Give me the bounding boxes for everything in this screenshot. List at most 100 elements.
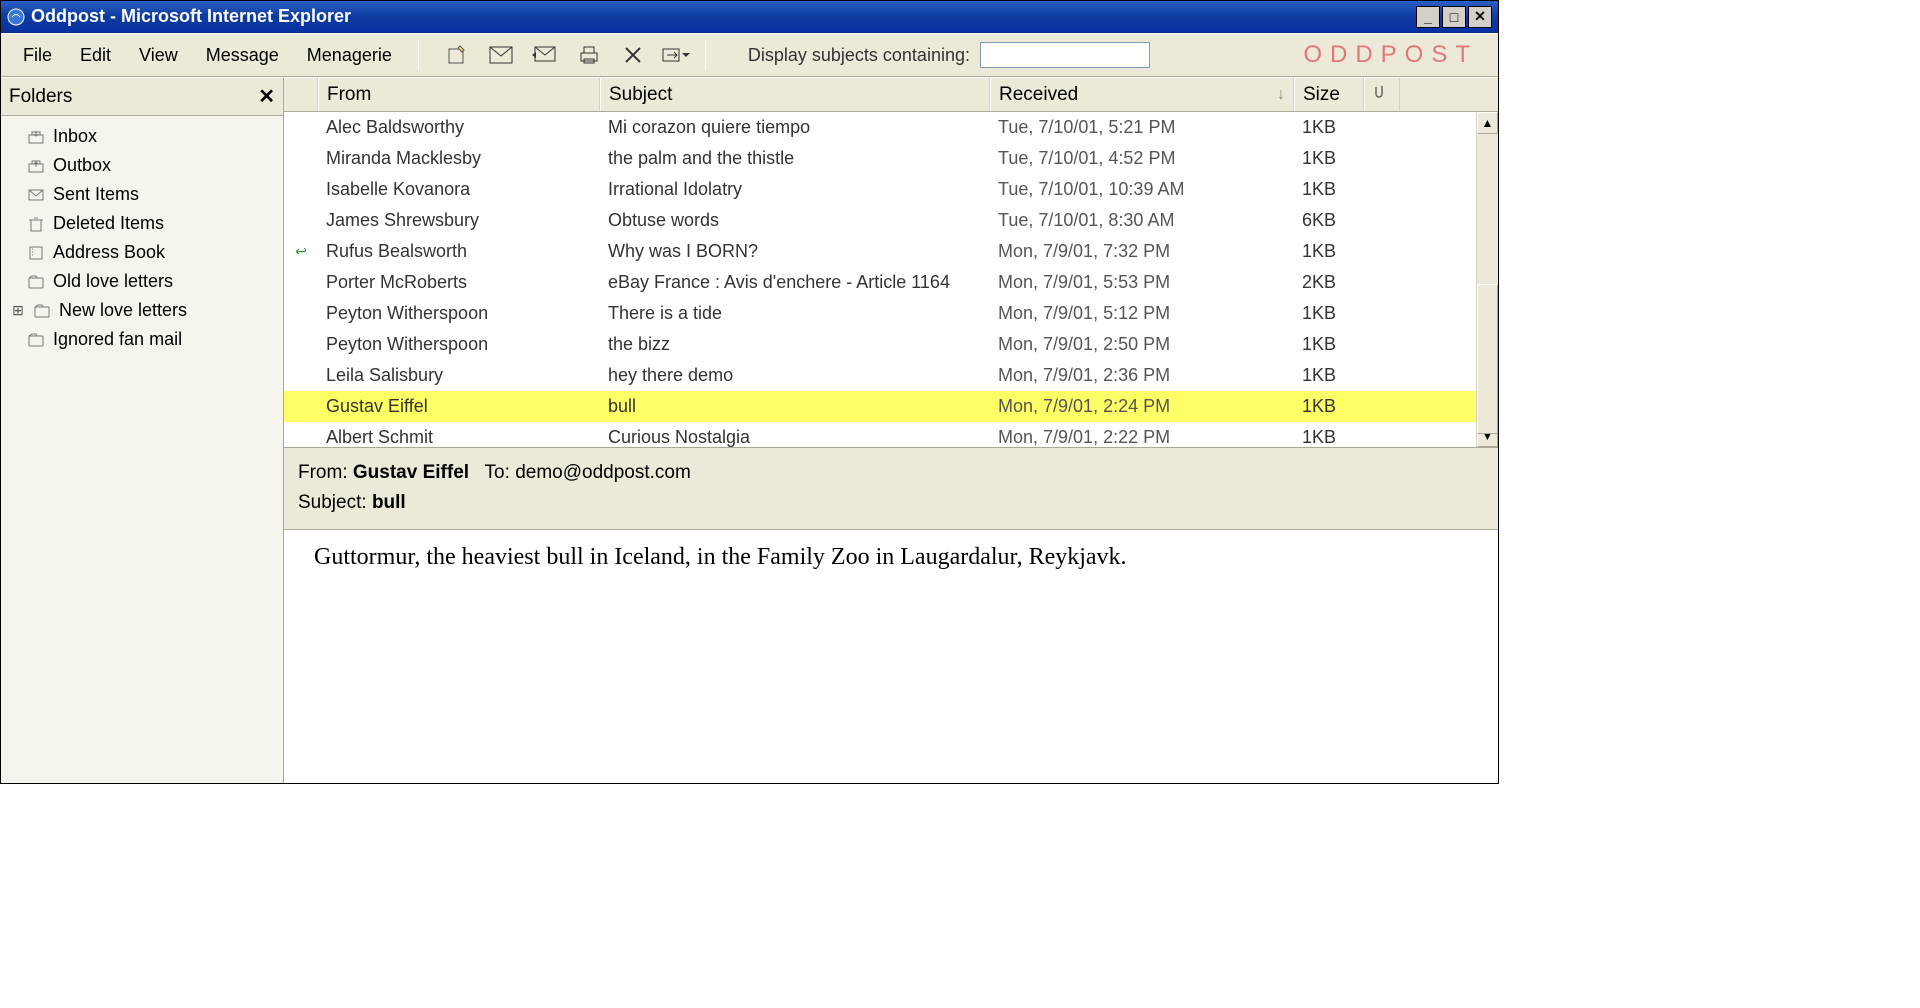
col-received[interactable]: Received ↓	[990, 78, 1294, 111]
message-from: Alec Baldsworthy	[318, 114, 600, 141]
message-size: 1KB	[1294, 362, 1364, 389]
sidebar-folder-new-love-letters[interactable]: ⊞New love letters	[5, 296, 279, 325]
message-from: Albert Schmit	[318, 424, 600, 447]
message-attachment	[1364, 342, 1400, 348]
toolbar: FileEditViewMessageMenagerie Display sub…	[1, 33, 1498, 77]
scroll-up-button[interactable]: ▲	[1477, 112, 1498, 134]
collapse-sidebar-button[interactable]: ✕	[258, 84, 275, 109]
preview-to: demo@oddpost.com	[515, 462, 691, 483]
message-row[interactable]: James ShrewsburyObtuse wordsTue, 7/10/01…	[284, 205, 1476, 236]
menu-edit[interactable]: Edit	[66, 39, 125, 72]
col-received-label: Received	[999, 84, 1078, 106]
sidebar-folder-outbox[interactable]: Outbox	[5, 151, 279, 180]
expand-toggle-icon[interactable]: ⊞	[11, 302, 25, 319]
message-size: 1KB	[1294, 393, 1364, 420]
delete-icon[interactable]	[617, 39, 649, 71]
message-size: 1KB	[1294, 424, 1364, 447]
message-flag	[284, 280, 318, 286]
col-attachment[interactable]	[1364, 78, 1400, 111]
col-subject[interactable]: Subject	[600, 78, 990, 111]
message-subject: bull	[600, 393, 990, 420]
minimize-button[interactable]: _	[1416, 6, 1440, 28]
message-row[interactable]: Peyton WitherspoonThere is a tideMon, 7/…	[284, 298, 1476, 329]
print-icon[interactable]	[573, 39, 605, 71]
inbox-icon	[27, 128, 45, 146]
message-from: James Shrewsbury	[318, 207, 600, 234]
filter-input[interactable]	[980, 42, 1150, 68]
message-row[interactable]: Leila Salisburyhey there demoMon, 7/9/01…	[284, 360, 1476, 391]
menu-file[interactable]: File	[9, 39, 66, 72]
scrollbar[interactable]: ▲ ▼	[1476, 112, 1498, 447]
preview-subject-label: Subject:	[298, 492, 367, 513]
preview-from: Gustav Eiffel	[353, 462, 469, 483]
scroll-thumb[interactable]	[1477, 284, 1498, 434]
message-from: Isabelle Kovanora	[318, 176, 600, 203]
sidebar-folder-address-book[interactable]: Address Book	[5, 238, 279, 267]
message-flag	[284, 373, 318, 379]
message-size: 1KB	[1294, 238, 1364, 265]
message-received: Mon, 7/9/01, 2:22 PM	[990, 424, 1294, 447]
message-row[interactable]: Alec BaldsworthyMi corazon quiere tiempo…	[284, 112, 1476, 143]
message-from: Miranda Macklesby	[318, 145, 600, 172]
new-message-icon[interactable]	[441, 39, 473, 71]
message-received: Mon, 7/9/01, 2:50 PM	[990, 331, 1294, 358]
message-row[interactable]: Isabelle KovanoraIrrational IdolatryTue,…	[284, 174, 1476, 205]
toolbar-separator	[705, 40, 706, 69]
menu-menagerie[interactable]: Menagerie	[293, 39, 406, 72]
reply-icon[interactable]	[529, 39, 561, 71]
mail-icon[interactable]	[485, 39, 517, 71]
preview-from-label: From:	[298, 462, 348, 483]
message-attachment	[1364, 218, 1400, 224]
message-attachment	[1364, 373, 1400, 379]
sort-indicator-icon: ↓	[1277, 86, 1285, 104]
message-from: Gustav Eiffel	[318, 393, 600, 420]
menu-message[interactable]: Message	[192, 39, 293, 72]
message-list-header: From Subject Received ↓ Size	[284, 78, 1498, 112]
sidebar-header: Folders ✕	[1, 78, 283, 116]
message-row[interactable]: Peyton Witherspoonthe bizzMon, 7/9/01, 2…	[284, 329, 1476, 360]
message-row[interactable]: Gustav EiffelbullMon, 7/9/01, 2:24 PM1KB	[284, 391, 1476, 422]
col-size[interactable]: Size	[1294, 78, 1364, 111]
message-attachment	[1364, 187, 1400, 193]
message-flag	[284, 342, 318, 348]
menu-view[interactable]: View	[125, 39, 192, 72]
message-list: Alec BaldsworthyMi corazon quiere tiempo…	[284, 112, 1498, 448]
message-row[interactable]: ↩Rufus BealsworthWhy was I BORN?Mon, 7/9…	[284, 236, 1476, 267]
message-attachment	[1364, 249, 1400, 255]
menubar: FileEditViewMessageMenagerie	[1, 34, 406, 76]
message-row[interactable]: Albert SchmitCurious NostalgiaMon, 7/9/0…	[284, 422, 1476, 447]
sidebar-folder-ignored-fan-mail[interactable]: Ignored fan mail	[5, 325, 279, 354]
col-from[interactable]: From	[318, 78, 600, 111]
move-to-icon[interactable]	[661, 39, 693, 71]
trash-icon	[27, 215, 45, 233]
close-button[interactable]: ✕	[1468, 6, 1492, 28]
preview-header: From: Gustav Eiffel To: demo@oddpost.com…	[284, 448, 1498, 530]
message-received: Mon, 7/9/01, 2:36 PM	[990, 362, 1294, 389]
preview-subject: bull	[372, 492, 406, 513]
maximize-button[interactable]: □	[1442, 6, 1466, 28]
scroll-track[interactable]	[1477, 134, 1498, 425]
message-attachment	[1364, 404, 1400, 410]
message-flag	[284, 435, 318, 441]
message-size: 1KB	[1294, 145, 1364, 172]
message-flag	[284, 311, 318, 317]
sidebar-folder-deleted-items[interactable]: Deleted Items	[5, 209, 279, 238]
message-subject: the bizz	[600, 331, 990, 358]
message-received: Mon, 7/9/01, 2:24 PM	[990, 393, 1294, 420]
message-subject: Why was I BORN?	[600, 238, 990, 265]
sidebar-folder-inbox[interactable]: Inbox	[5, 122, 279, 151]
col-flag[interactable]	[284, 78, 318, 111]
message-size: 1KB	[1294, 176, 1364, 203]
message-received: Mon, 7/9/01, 7:32 PM	[990, 238, 1294, 265]
sidebar-folder-old-love-letters[interactable]: Old love letters	[5, 267, 279, 296]
message-flag	[284, 125, 318, 131]
message-row[interactable]: Miranda Macklesbythe palm and the thistl…	[284, 143, 1476, 174]
folder-label: Ignored fan mail	[53, 329, 182, 350]
folders-sidebar: Folders ✕ InboxOutboxSent ItemsDeleted I…	[1, 78, 284, 783]
folder-icon	[33, 302, 51, 320]
sidebar-folder-sent-items[interactable]: Sent Items	[5, 180, 279, 209]
ie-app-icon	[7, 8, 25, 26]
message-subject: Curious Nostalgia	[600, 424, 990, 447]
message-row[interactable]: Porter McRobertseBay France : Avis d'enc…	[284, 267, 1476, 298]
folder-icon	[27, 331, 45, 349]
